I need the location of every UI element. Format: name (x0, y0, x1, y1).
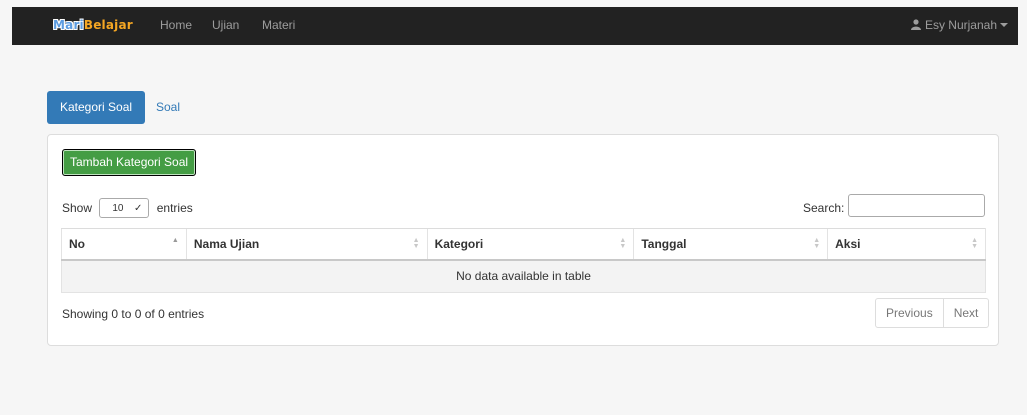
add-category-button[interactable]: Tambah Kategori Soal (62, 149, 197, 176)
column-label: No (69, 236, 85, 251)
sort-both-icon: ▲ ▼ (813, 237, 821, 250)
brand-part-belajar: Belajar (83, 18, 133, 32)
column-header-no[interactable]: No ▲ (61, 228, 187, 261)
entries-length-control: Show 10 ✓ entries (62, 198, 193, 218)
column-label: Tanggal (641, 236, 687, 251)
tab-kategori-soal[interactable]: Kategori Soal (47, 91, 146, 124)
show-label: Show (62, 201, 93, 215)
brand-part-mari: Mari (53, 18, 84, 32)
user-menu[interactable]: Esy Nurjanah (910, 18, 1008, 32)
nav-link-ujian[interactable]: Ujian (212, 18, 239, 32)
sort-asc-icon: ▲ (171, 237, 179, 244)
sort-both-icon: ▲ ▼ (412, 237, 420, 250)
entries-select-value: 10 (112, 203, 124, 214)
nav-link-materi[interactable]: Materi (262, 18, 295, 32)
chevron-down-icon: ✓ (133, 203, 143, 214)
sort-both-icon: ▲ ▼ (971, 237, 978, 250)
column-label: Kategori (434, 236, 484, 251)
user-name: Esy Nurjanah (924, 18, 997, 32)
next-button[interactable]: Next (942, 299, 989, 327)
caret-down-icon (1000, 23, 1008, 27)
entries-label: entries (156, 201, 193, 215)
sort-both-icon: ▲ ▼ (619, 237, 627, 250)
column-header-kategori[interactable]: Kategori ▲ ▼ (426, 228, 634, 261)
search-input[interactable] (848, 194, 985, 217)
tab-soal[interactable]: Soal (143, 91, 193, 124)
user-icon (910, 19, 921, 30)
brand-logo[interactable]: MariBelajar (53, 18, 133, 32)
column-label: Aksi (835, 236, 861, 251)
search-label: Search: (803, 201, 845, 215)
column-header-nama-ujian[interactable]: Nama Ujian ▲ ▼ (185, 228, 428, 261)
table-info: Showing 0 to 0 of 0 entries (62, 307, 205, 321)
empty-table-message: No data available in table (61, 259, 986, 293)
column-header-aksi[interactable]: Aksi ▲ ▼ (827, 228, 986, 261)
nav-link-home[interactable]: Home (160, 18, 192, 32)
entries-select[interactable]: 10 ✓ (99, 198, 150, 218)
data-table: No ▲ Nama Ujian ▲ ▼ Kategori ▲ ▼ Tanggal ▲ ▼ Ak… (61, 228, 986, 293)
table-row-empty: No data available in table (61, 259, 986, 293)
pagination: Previous Next (875, 298, 990, 328)
previous-button[interactable]: Previous (876, 299, 943, 327)
table-header-row: No ▲ Nama Ujian ▲ ▼ Kategori ▲ ▼ Tanggal ▲ ▼ Ak… (61, 228, 986, 261)
panel: Tambah Kategori Soal Show 10 ✓ entries Se… (47, 134, 999, 346)
navbar: MariBelajar Home Ujian Materi Esy Nurjan… (12, 7, 1018, 45)
column-label: Nama Ujian (193, 236, 260, 251)
column-header-tanggal[interactable]: Tanggal ▲ ▼ (633, 228, 828, 261)
